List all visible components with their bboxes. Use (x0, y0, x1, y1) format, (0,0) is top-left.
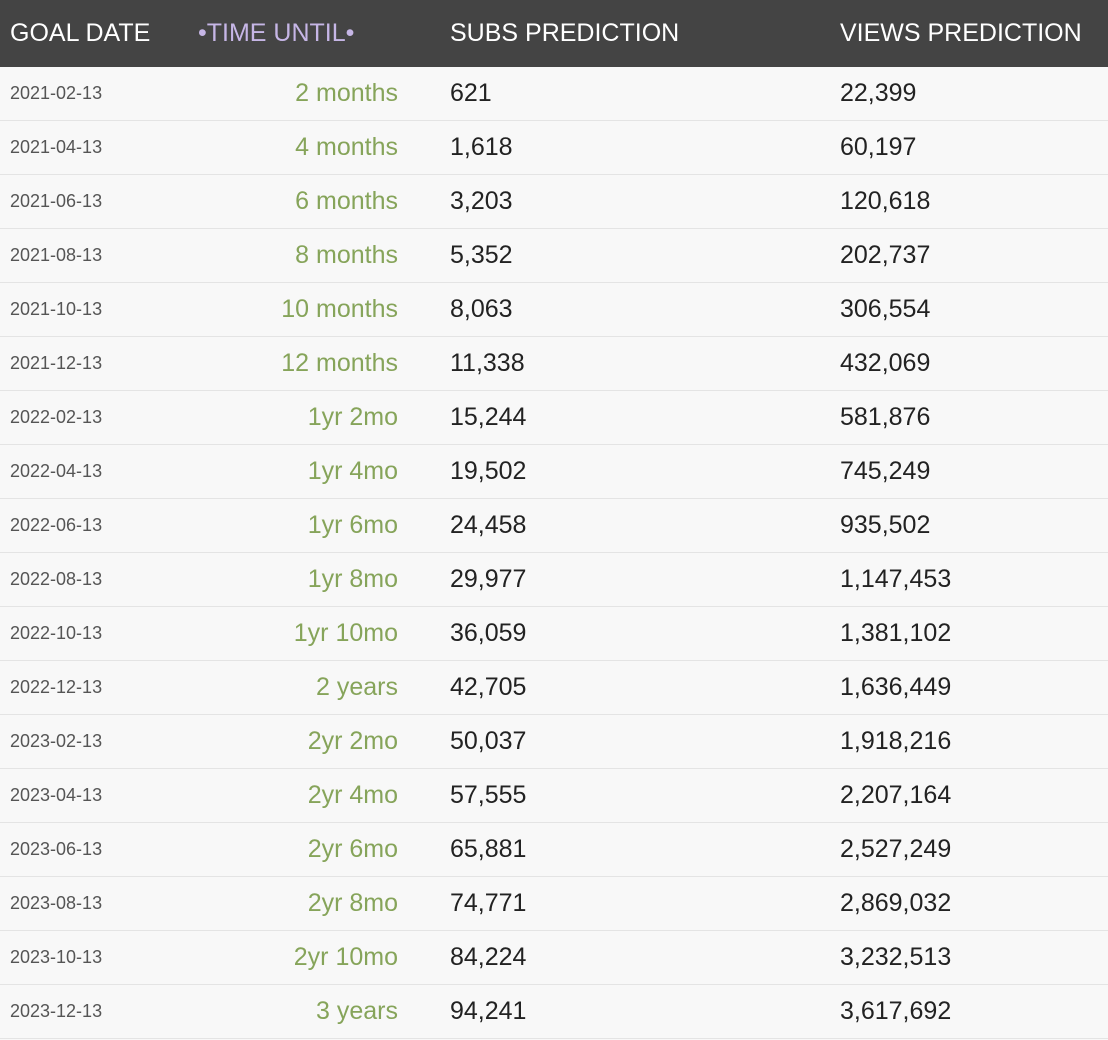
time-until-cell: 2yr 4mo (307, 781, 398, 809)
time-until-cell: 2yr 10mo (293, 943, 398, 971)
subs-prediction-cell: 84,224 (450, 943, 527, 971)
table-row: 2021-04-13 4 months 1,618 60,197 (0, 121, 1108, 175)
goal-date-cell: 2022-02-13 (10, 407, 103, 427)
goal-date-cell: 2022-04-13 (10, 461, 103, 481)
goal-date-cell: 2021-02-13 (10, 83, 103, 103)
table-row: 2022-08-13 1yr 8mo 29,977 1,147,453 (0, 553, 1108, 607)
subs-prediction-cell: 19,502 (450, 457, 527, 485)
subs-prediction-cell: 42,705 (450, 673, 527, 701)
table-row: 2023-12-13 3 years 94,241 3,617,692 (0, 985, 1108, 1039)
subs-prediction-cell: 11,338 (450, 349, 525, 377)
time-until-cell: 6 months (295, 187, 398, 215)
views-prediction-cell: 1,381,102 (840, 619, 952, 647)
table-body: 2021-02-13 2 months 621 22,399 2021-04-1… (0, 67, 1108, 1039)
table-row: 2023-08-13 2yr 8mo 74,771 2,869,032 (0, 877, 1108, 931)
subs-prediction-cell: 5,352 (450, 241, 513, 269)
views-prediction-cell: 1,918,216 (840, 727, 952, 755)
views-prediction-cell: 581,876 (840, 403, 931, 431)
time-until-cell: 2 months (295, 79, 398, 107)
time-until-cell: 1yr 8mo (307, 565, 398, 593)
predictions-table: GOAL DATE •TIME UNTIL• SUBS PREDICTION V… (0, 0, 1108, 1039)
time-until-cell: 2yr 2mo (307, 727, 398, 755)
views-prediction-cell: 120,618 (840, 187, 931, 215)
table-row: 2023-10-13 2yr 10mo 84,224 3,232,513 (0, 931, 1108, 985)
goal-date-cell: 2021-06-13 (10, 191, 103, 211)
time-until-cell: 10 months (281, 295, 398, 323)
subs-prediction-cell: 94,241 (450, 997, 527, 1025)
views-prediction-cell: 22,399 (840, 79, 917, 107)
table-row: 2021-02-13 2 months 621 22,399 (0, 67, 1108, 121)
subs-prediction-cell: 50,037 (450, 727, 527, 755)
views-prediction-cell: 745,249 (840, 457, 931, 485)
table-row: 2022-02-13 1yr 2mo 15,244 581,876 (0, 391, 1108, 445)
goal-date-cell: 2023-04-13 (10, 785, 103, 805)
goal-date-cell: 2023-02-13 (10, 731, 103, 751)
table-row: 2022-12-13 2 years 42,705 1,636,449 (0, 661, 1108, 715)
goal-date-cell: 2021-08-13 (10, 245, 103, 265)
views-prediction-cell: 2,207,164 (840, 781, 952, 809)
goal-date-cell: 2021-04-13 (10, 137, 103, 157)
column-header-subs-prediction[interactable]: SUBS PREDICTION (450, 0, 679, 67)
time-until-cell: 3 years (316, 997, 398, 1025)
time-until-cell: 2yr 8mo (307, 889, 398, 917)
time-until-cell: 1yr 2mo (307, 403, 398, 431)
subs-prediction-cell: 29,977 (450, 565, 527, 593)
time-until-cell: 12 months (281, 349, 398, 377)
goal-date-cell: 2023-08-13 (10, 893, 103, 913)
time-until-cell: 1yr 10mo (293, 619, 398, 647)
subs-prediction-cell: 15,244 (450, 403, 527, 431)
views-prediction-cell: 306,554 (840, 295, 931, 323)
table-row: 2022-04-13 1yr 4mo 19,502 745,249 (0, 445, 1108, 499)
subs-prediction-cell: 36,059 (450, 619, 527, 647)
goal-date-cell: 2022-06-13 (10, 515, 103, 535)
subs-prediction-cell: 621 (450, 79, 492, 107)
subs-prediction-cell: 74,771 (450, 889, 527, 917)
table-row: 2021-06-13 6 months 3,203 120,618 (0, 175, 1108, 229)
views-prediction-cell: 1,147,453 (840, 565, 952, 593)
subs-prediction-cell: 65,881 (450, 835, 527, 863)
subs-prediction-cell: 24,458 (450, 511, 527, 539)
time-until-cell: 2yr 6mo (307, 835, 398, 863)
time-until-cell: 4 months (295, 133, 398, 161)
table-row: 2022-06-13 1yr 6mo 24,458 935,502 (0, 499, 1108, 553)
goal-date-cell: 2021-10-13 (10, 299, 103, 319)
table-row: 2021-12-13 12 months 11,338 432,069 (0, 337, 1108, 391)
views-prediction-cell: 432,069 (840, 349, 931, 377)
views-prediction-cell: 1,636,449 (840, 673, 952, 701)
subs-prediction-cell: 1,618 (450, 133, 513, 161)
table-header: GOAL DATE •TIME UNTIL• SUBS PREDICTION V… (0, 0, 1108, 67)
table-row: 2022-10-13 1yr 10mo 36,059 1,381,102 (0, 607, 1108, 661)
column-header-views-prediction[interactable]: VIEWS PREDICTION (840, 0, 1082, 67)
time-until-cell: 1yr 4mo (307, 457, 398, 485)
table-row: 2021-10-13 10 months 8,063 306,554 (0, 283, 1108, 337)
views-prediction-cell: 60,197 (840, 133, 917, 161)
table-row: 2021-08-13 8 months 5,352 202,737 (0, 229, 1108, 283)
goal-date-cell: 2022-08-13 (10, 569, 103, 589)
table-row: 2023-02-13 2yr 2mo 50,037 1,918,216 (0, 715, 1108, 769)
time-until-cell: 8 months (295, 241, 398, 269)
views-prediction-cell: 2,869,032 (840, 889, 952, 917)
table-row: 2023-04-13 2yr 4mo 57,555 2,207,164 (0, 769, 1108, 823)
column-header-goal-date[interactable]: GOAL DATE (10, 0, 150, 67)
time-until-cell: 1yr 6mo (307, 511, 398, 539)
column-header-time-until[interactable]: •TIME UNTIL• (198, 0, 354, 67)
views-prediction-cell: 202,737 (840, 241, 931, 269)
views-prediction-cell: 935,502 (840, 511, 931, 539)
goal-date-cell: 2022-10-13 (10, 623, 103, 643)
table-row: 2023-06-13 2yr 6mo 65,881 2,527,249 (0, 823, 1108, 877)
time-until-cell: 2 years (316, 673, 398, 701)
goal-date-cell: 2022-12-13 (10, 677, 103, 697)
goal-date-cell: 2023-10-13 (10, 947, 103, 967)
subs-prediction-cell: 3,203 (450, 187, 513, 215)
goal-date-cell: 2023-06-13 (10, 839, 103, 859)
subs-prediction-cell: 57,555 (450, 781, 527, 809)
views-prediction-cell: 3,617,692 (840, 997, 952, 1025)
views-prediction-cell: 2,527,249 (840, 835, 952, 863)
goal-date-cell: 2023-12-13 (10, 1001, 103, 1021)
goal-date-cell: 2021-12-13 (10, 353, 103, 373)
subs-prediction-cell: 8,063 (450, 295, 513, 323)
views-prediction-cell: 3,232,513 (840, 943, 952, 971)
